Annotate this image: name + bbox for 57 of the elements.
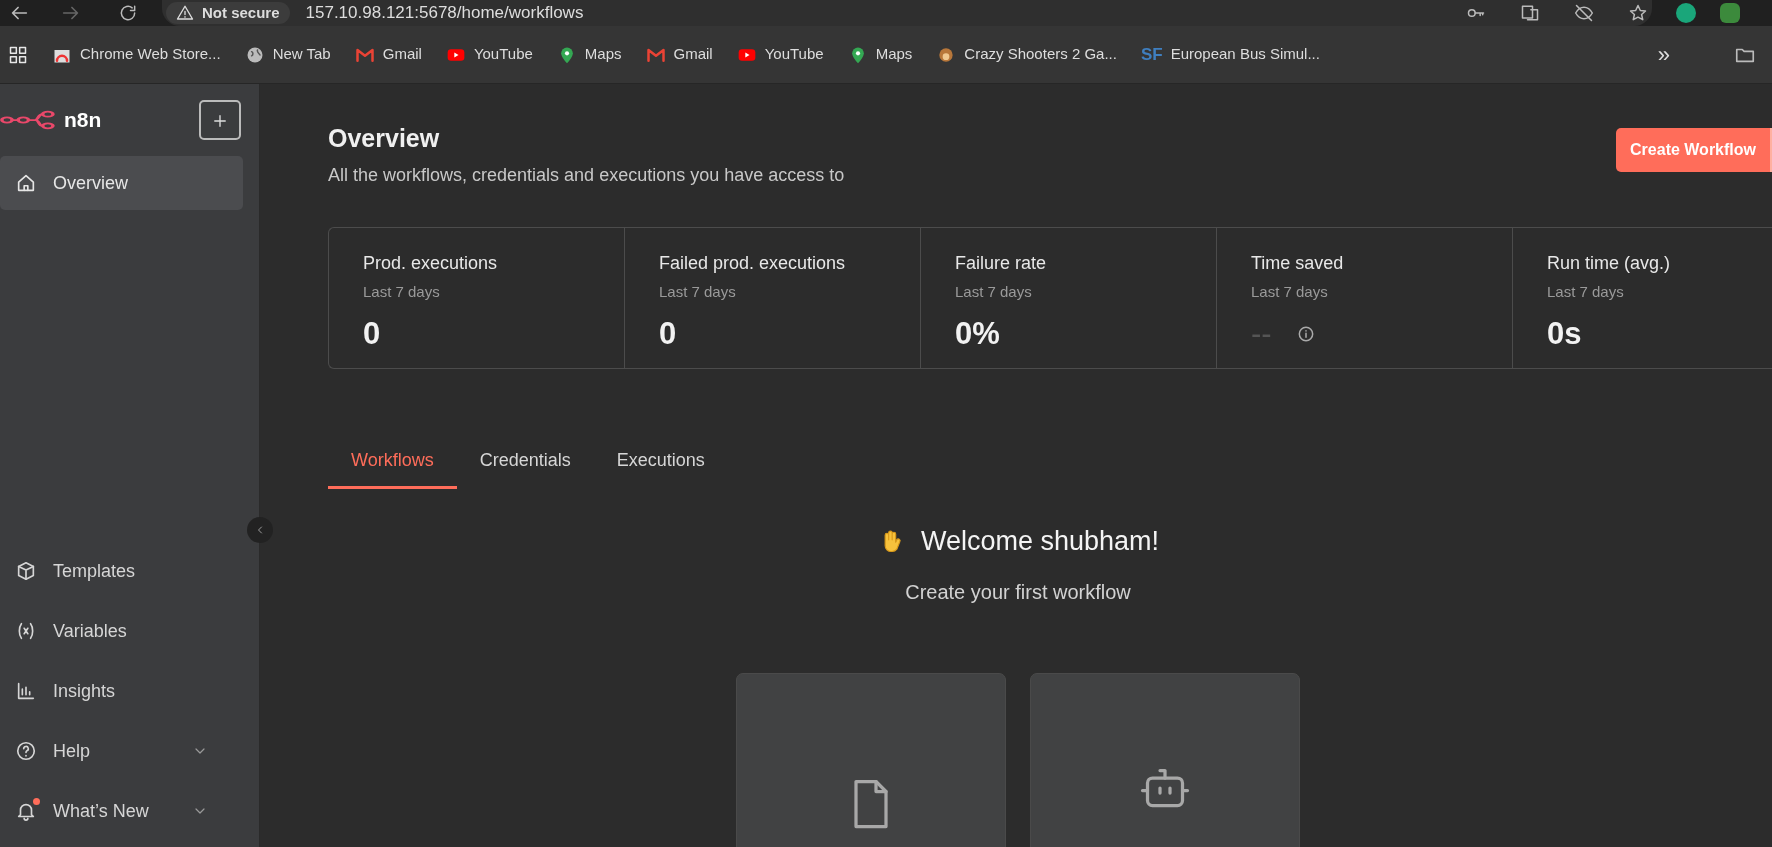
star-icon[interactable] [1628,3,1648,23]
bookmark[interactable]: New Tab [244,43,331,66]
stat-value: 0% [955,315,1000,353]
start-card[interactable] [1030,673,1300,847]
bookmark[interactable]: YouTube [445,43,533,66]
extension-icon[interactable] [1676,3,1696,23]
bookmark[interactable]: SF European Bus Simul... [1140,41,1320,68]
bar-chart-icon [15,680,37,702]
welcome-subtitle: Create your first workflow [905,580,1131,605]
url-text[interactable]: 157.10.98.121:5678/home/workflows [305,0,1432,26]
sidebar-item[interactable]: Templates [0,543,235,599]
page-subtitle: All the workflows, credentials and executions you have access to [328,163,846,187]
home-icon [15,172,37,194]
stat-label: Time saved [1251,251,1345,275]
stat-value: 0s [1547,315,1582,353]
stat-period: Last 7 days [659,281,737,302]
add-button[interactable] [199,100,241,140]
bookmark[interactable]: Chrome Web Store... [52,43,221,66]
security-indicator[interactable]: Not secure [166,1,290,25]
stat-label: Prod. executions [363,251,499,275]
sidebar-item[interactable]: What’s New [0,783,235,839]
tab[interactable]: Credentials [456,438,594,489]
sidebar-item[interactable]: Insights [0,663,235,719]
tab[interactable]: Workflows [328,438,457,489]
bookmark[interactable]: Maps [556,43,622,66]
start-card[interactable] [736,673,1006,847]
stat-period: Last 7 days [1547,281,1625,302]
stat-period: Last 7 days [1251,281,1329,302]
bookmark[interactable]: YouTube [736,43,824,66]
sidebar-item[interactable]: Overview [0,156,243,210]
bookmark[interactable]: Maps [847,43,913,66]
stat-value: -- [1251,315,1272,353]
stat-label: Failed prod. executions [659,251,847,275]
tab[interactable]: Executions [593,438,728,489]
extension-icon[interactable] [1720,3,1740,23]
stat-period: Last 7 days [363,281,441,302]
bookmark[interactable]: Crazy Shooters 2 Ga... [936,43,1117,66]
more-bookmarks-button[interactable]: » [1657,38,1670,71]
bookmark[interactable]: Gmail [354,43,422,66]
page-title: Overview [328,123,441,154]
warning-icon [176,4,194,22]
brand-name: n8n [64,107,102,134]
apps-grid-icon[interactable] [8,44,28,65]
stat-value: 0 [363,315,381,353]
welcome-title: Welcome shubham! [920,524,1160,558]
sidebar-item[interactable]: Help [0,723,235,779]
reload-icon[interactable] [118,3,138,23]
help-icon [15,740,37,762]
eye-slash-icon[interactable] [1574,3,1594,23]
stat-label: Failure rate [955,251,1048,275]
stat-label: Run time (avg.) [1547,251,1672,275]
box-icon [15,560,37,582]
bookmark[interactable]: Gmail [645,43,713,66]
stat-value: 0 [659,315,677,353]
sidebar-item[interactable]: Variables [0,603,235,659]
bookmark-logo: SF [1140,43,1163,66]
stat-period: Last 7 days [955,281,1033,302]
